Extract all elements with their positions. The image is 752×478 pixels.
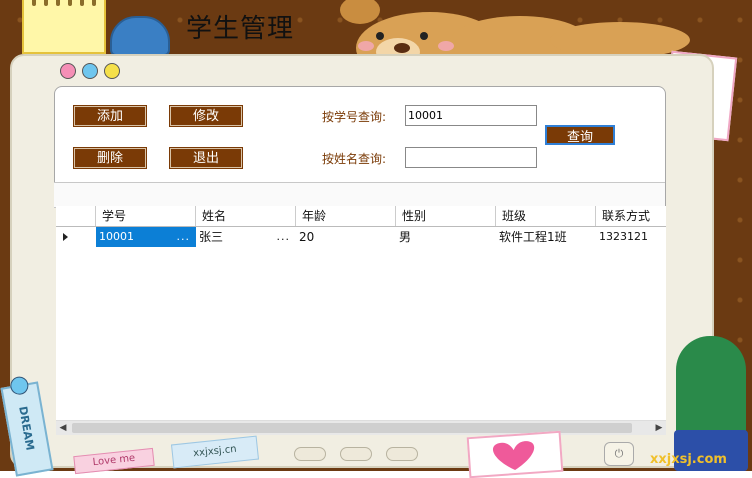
notepad-decoration	[22, 0, 106, 54]
smiley-yellow-icon	[104, 63, 120, 79]
cell-student-id-value: 10001	[99, 230, 134, 243]
search-by-id-label: 按学号查询:	[322, 110, 387, 124]
smiley-pink-icon	[60, 63, 76, 79]
watermark: xxjxsj.com	[650, 452, 727, 467]
student-name-input[interactable]	[405, 147, 537, 168]
cell-student-name[interactable]: 张三 ...	[196, 227, 296, 247]
column-header-id[interactable]: 学号	[96, 206, 196, 226]
add-button[interactable]: 添加	[73, 105, 147, 127]
exit-button[interactable]: 退出	[169, 147, 243, 169]
cell-ellipsis: ...	[176, 230, 190, 243]
cell-student-contact[interactable]: 1323121	[596, 227, 666, 247]
power-icon: ⏻	[604, 442, 634, 466]
query-button[interactable]: 查询	[545, 125, 615, 145]
cell-ellipsis: ...	[276, 230, 290, 243]
nav-center-decoration	[340, 447, 372, 461]
cell-student-gender[interactable]: 男	[396, 227, 496, 247]
column-header-age[interactable]: 年龄	[296, 206, 396, 226]
grid-header: 学号 姓名 年龄 性别 班级 联系方式	[56, 206, 666, 227]
nav-right-decoration	[386, 447, 418, 461]
search-by-name-label: 按姓名查询:	[322, 152, 387, 166]
column-header-gender[interactable]: 性别	[396, 206, 496, 226]
scroll-right-icon[interactable]: ▶	[652, 421, 666, 435]
cell-student-class[interactable]: 软件工程1班	[496, 227, 596, 247]
column-header-class[interactable]: 班级	[496, 206, 596, 226]
cell-student-id[interactable]: 10001 ...	[96, 227, 196, 247]
smiley-blue-icon	[82, 63, 98, 79]
student-grid[interactable]: 学号 姓名 年龄 性别 班级 联系方式 10001 ... 张三 ... 20 …	[56, 206, 666, 420]
column-header-name[interactable]: 姓名	[196, 206, 296, 226]
nav-left-decoration	[294, 447, 326, 461]
delete-button[interactable]: 删除	[73, 147, 147, 169]
scroll-left-icon[interactable]: ◀	[56, 421, 70, 435]
cell-student-age[interactable]: 20	[296, 227, 396, 247]
cell-student-name-value: 张三	[199, 230, 224, 244]
row-header-corner	[56, 206, 96, 226]
love-me-text: Love me	[92, 452, 136, 469]
row-selector-icon[interactable]	[56, 227, 96, 247]
dream-text: DREAM	[16, 405, 37, 452]
table-row[interactable]: 10001 ... 张三 ... 20 男 软件工程1班 1323121	[56, 227, 666, 247]
panel-separator	[54, 182, 665, 208]
page-title: 学生管理	[186, 14, 295, 44]
column-header-contact[interactable]: 联系方式	[596, 206, 666, 226]
edit-button[interactable]: 修改	[169, 105, 243, 127]
horizontal-scrollbar[interactable]: ◀ ▶	[56, 420, 666, 435]
student-id-input[interactable]	[405, 105, 537, 126]
cake-decoration	[110, 16, 170, 56]
